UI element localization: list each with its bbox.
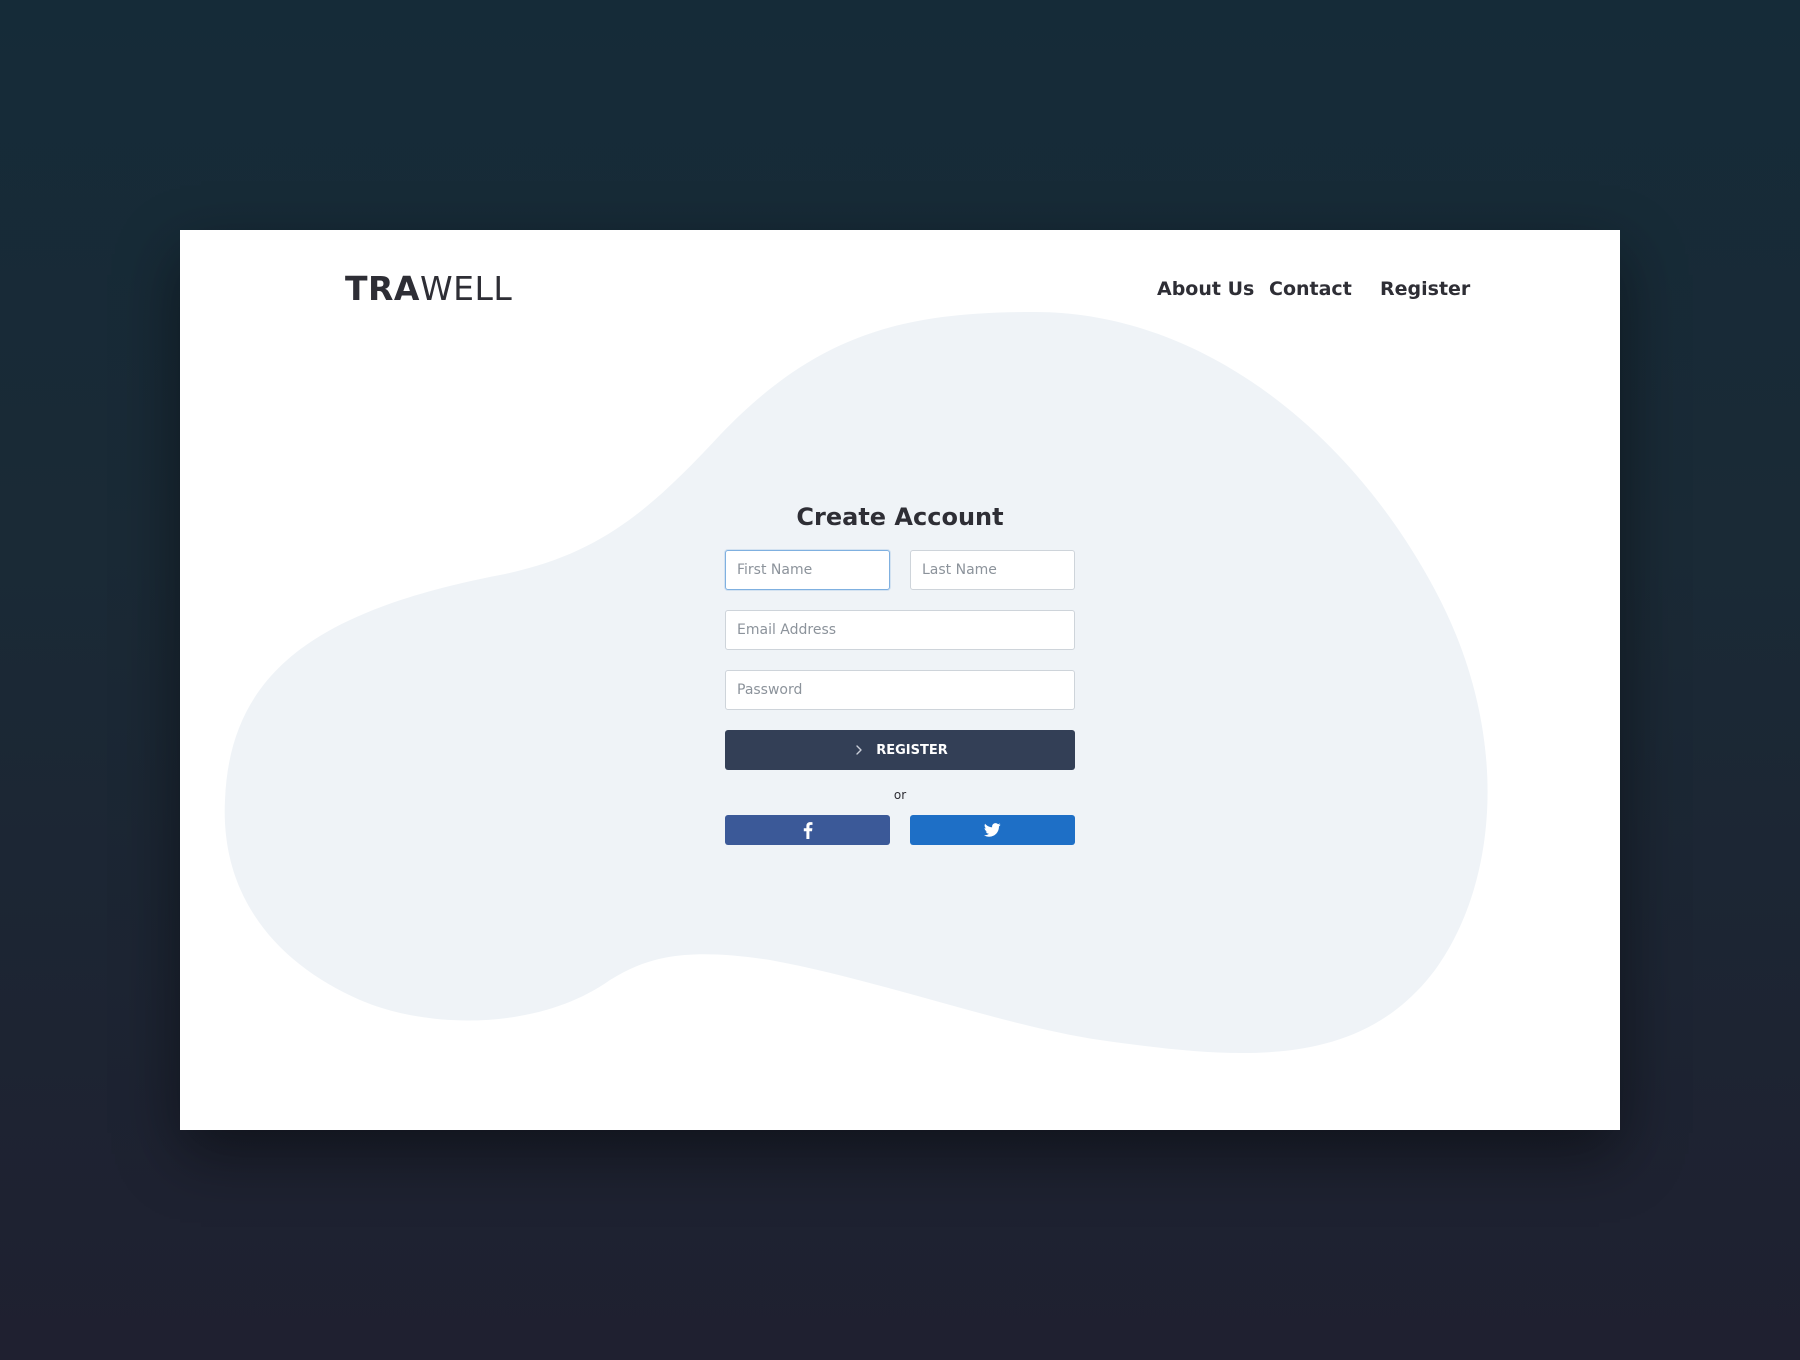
nav-about-us[interactable]: About Us [1157,278,1254,300]
email-input[interactable] [725,610,1075,650]
facebook-icon [803,821,812,839]
page-card: TRAWELL About Us Contact Register Create… [180,230,1620,1130]
last-name-input[interactable] [910,550,1075,590]
form-title: Create Account [796,503,1004,531]
password-input[interactable] [725,670,1075,710]
register-button-label: REGISTER [876,742,948,758]
chevron-right-icon [856,745,862,755]
nav-register[interactable]: Register [1380,278,1470,300]
top-nav: About Us Contact Register [180,278,1620,308]
first-name-input[interactable] [725,550,890,590]
twitter-login-button[interactable] [910,815,1075,845]
twitter-icon [984,823,1001,837]
or-divider: or [893,788,907,802]
facebook-login-button[interactable] [725,815,890,845]
register-button[interactable]: REGISTER [725,730,1075,770]
nav-contact[interactable]: Contact [1269,278,1352,300]
